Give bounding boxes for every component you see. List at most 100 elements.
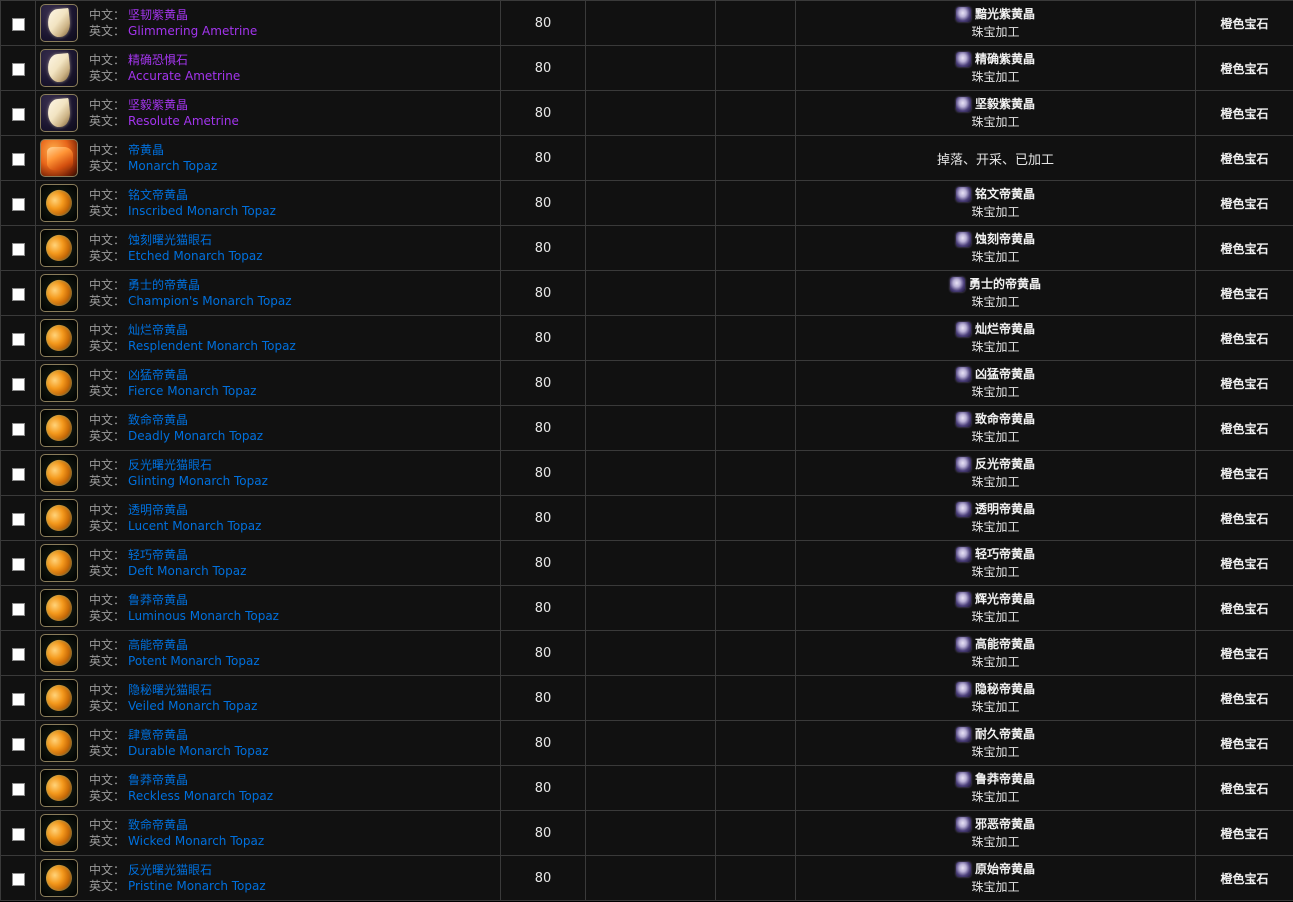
- gem-icon[interactable]: [40, 139, 78, 177]
- item-name-en[interactable]: Luminous Monarch Topaz: [128, 609, 279, 623]
- source-item-name[interactable]: 隐秘帝黄晶: [975, 680, 1035, 698]
- recipe-gem-icon[interactable]: [955, 51, 971, 67]
- item-name-en[interactable]: Champion's Monarch Topaz: [128, 294, 292, 308]
- row-checkbox[interactable]: [11, 17, 25, 31]
- recipe-gem-icon[interactable]: [955, 366, 971, 382]
- gem-icon[interactable]: [40, 499, 78, 537]
- source-item-name[interactable]: 蚀刻帝黄晶: [975, 230, 1035, 248]
- gem-icon[interactable]: [40, 769, 78, 807]
- item-name-zh[interactable]: 肆意帝黄晶: [128, 728, 188, 742]
- row-checkbox[interactable]: [11, 377, 25, 391]
- table-row[interactable]: 中文： 反光曙光猫眼石 英文： Pristine Monarch Topaz 80 原始帝…: [0, 855, 1293, 901]
- item-name-cell[interactable]: 中文： 隐秘曙光猫眼石 英文： Veiled Monarch Topaz: [35, 675, 501, 721]
- item-name-en[interactable]: Resolute Ametrine: [128, 114, 239, 128]
- gem-icon[interactable]: [40, 814, 78, 852]
- source-item-name[interactable]: 轻巧帝黄晶: [975, 545, 1035, 563]
- row-checkbox[interactable]: [11, 737, 25, 751]
- row-select-cell[interactable]: [0, 405, 36, 451]
- item-name-cell[interactable]: 中文： 坚韧紫黄晶 英文： Glimmering Ametrine: [35, 0, 501, 46]
- row-checkbox[interactable]: [11, 287, 25, 301]
- gem-icon[interactable]: [40, 454, 78, 492]
- table-row[interactable]: 中文： 灿烂帝黄晶 英文： Resplendent Monarch Topaz 80 灿烂…: [0, 315, 1293, 361]
- gem-icon[interactable]: [40, 724, 78, 762]
- table-row[interactable]: 中文： 勇士的帝黄晶 英文： Champion's Monarch Topaz 80 勇士…: [0, 270, 1293, 316]
- item-name-en[interactable]: Deadly Monarch Topaz: [128, 429, 263, 443]
- item-name-cell[interactable]: 中文： 凶猛帝黄晶 英文： Fierce Monarch Topaz: [35, 360, 501, 406]
- row-checkbox[interactable]: [11, 602, 25, 616]
- row-select-cell[interactable]: [0, 495, 36, 541]
- recipe-gem-icon[interactable]: [955, 321, 971, 337]
- gem-icon[interactable]: [40, 679, 78, 717]
- item-name-en[interactable]: Pristine Monarch Topaz: [128, 879, 266, 893]
- row-checkbox[interactable]: [11, 512, 25, 526]
- item-name-en[interactable]: Resplendent Monarch Topaz: [128, 339, 296, 353]
- recipe-gem-icon[interactable]: [955, 96, 971, 112]
- row-select-cell[interactable]: [0, 45, 36, 91]
- recipe-gem-icon[interactable]: [955, 726, 971, 742]
- row-checkbox[interactable]: [11, 242, 25, 256]
- item-name-cell[interactable]: 中文： 反光曙光猫眼石 英文： Glinting Monarch Topaz: [35, 450, 501, 496]
- source-item-name[interactable]: 黯光紫黄晶: [975, 5, 1035, 23]
- recipe-gem-icon[interactable]: [955, 546, 971, 562]
- item-name-en[interactable]: Wicked Monarch Topaz: [128, 834, 264, 848]
- item-name-zh[interactable]: 灿烂帝黄晶: [128, 323, 188, 337]
- source-item-name[interactable]: 致命帝黄晶: [975, 410, 1035, 428]
- row-select-cell[interactable]: [0, 855, 36, 901]
- table-row[interactable]: 中文： 反光曙光猫眼石 英文： Glinting Monarch Topaz 80 反光帝…: [0, 450, 1293, 496]
- item-name-cell[interactable]: 中文： 致命帝黄晶 英文： Wicked Monarch Topaz: [35, 810, 501, 856]
- table-row[interactable]: 中文： 高能帝黄晶 英文： Potent Monarch Topaz 80 高能帝黄晶 珠宝…: [0, 630, 1293, 676]
- item-name-zh[interactable]: 鲁莽帝黄晶: [128, 773, 188, 787]
- item-name-zh[interactable]: 坚毅紫黄晶: [128, 98, 188, 112]
- row-select-cell[interactable]: [0, 540, 36, 586]
- item-name-en[interactable]: Veiled Monarch Topaz: [128, 699, 257, 713]
- item-name-cell[interactable]: 中文： 反光曙光猫眼石 英文： Pristine Monarch Topaz: [35, 855, 501, 901]
- table-row[interactable]: 中文： 透明帝黄晶 英文： Lucent Monarch Topaz 80 透明帝黄晶 珠宝…: [0, 495, 1293, 541]
- item-name-cell[interactable]: 中文： 蚀刻曙光猫眼石 英文： Etched Monarch Topaz: [35, 225, 501, 271]
- row-checkbox[interactable]: [11, 692, 25, 706]
- item-name-zh[interactable]: 蚀刻曙光猫眼石: [128, 233, 212, 247]
- item-name-cell[interactable]: 中文： 灿烂帝黄晶 英文： Resplendent Monarch Topaz: [35, 315, 501, 361]
- item-name-zh[interactable]: 反光曙光猫眼石: [128, 458, 212, 472]
- gem-icon[interactable]: [40, 409, 78, 447]
- row-select-cell[interactable]: [0, 225, 36, 271]
- row-select-cell[interactable]: [0, 90, 36, 136]
- item-name-zh[interactable]: 致命帝黄晶: [128, 818, 188, 832]
- item-name-en[interactable]: Deft Monarch Topaz: [128, 564, 246, 578]
- row-checkbox[interactable]: [11, 422, 25, 436]
- recipe-gem-icon[interactable]: [955, 456, 971, 472]
- gem-icon[interactable]: [40, 274, 78, 312]
- item-name-zh[interactable]: 勇士的帝黄晶: [128, 278, 200, 292]
- item-name-cell[interactable]: 中文： 精确恐惧石 英文： Accurate Ametrine: [35, 45, 501, 91]
- row-checkbox[interactable]: [11, 107, 25, 121]
- source-item-name[interactable]: 勇士的帝黄晶: [969, 275, 1041, 293]
- source-item-name[interactable]: 鲁莽帝黄晶: [975, 770, 1035, 788]
- item-name-cell[interactable]: 中文： 致命帝黄晶 英文： Deadly Monarch Topaz: [35, 405, 501, 451]
- recipe-gem-icon[interactable]: [955, 771, 971, 787]
- row-checkbox[interactable]: [11, 647, 25, 661]
- source-item-name[interactable]: 坚毅紫黄晶: [975, 95, 1035, 113]
- table-row[interactable]: 中文： 鲁莽帝黄晶 英文： Luminous Monarch Topaz 80 辉光帝黄晶…: [0, 585, 1293, 631]
- row-checkbox[interactable]: [11, 332, 25, 346]
- item-name-cell[interactable]: 中文： 鲁莽帝黄晶 英文： Luminous Monarch Topaz: [35, 585, 501, 631]
- item-name-cell[interactable]: 中文： 坚毅紫黄晶 英文： Resolute Ametrine: [35, 90, 501, 136]
- gem-icon[interactable]: [40, 544, 78, 582]
- item-name-zh[interactable]: 帝黄晶: [128, 143, 164, 157]
- recipe-gem-icon[interactable]: [955, 186, 971, 202]
- source-item-name[interactable]: 原始帝黄晶: [975, 860, 1035, 878]
- source-item-name[interactable]: 反光帝黄晶: [975, 455, 1035, 473]
- row-select-cell[interactable]: [0, 360, 36, 406]
- table-row[interactable]: 中文： 轻巧帝黄晶 英文： Deft Monarch Topaz 80 轻巧帝黄晶 珠宝加工…: [0, 540, 1293, 586]
- source-item-name[interactable]: 凶猛帝黄晶: [975, 365, 1035, 383]
- item-name-zh[interactable]: 鲁莽帝黄晶: [128, 593, 188, 607]
- row-select-cell[interactable]: [0, 765, 36, 811]
- table-row[interactable]: 中文： 坚毅紫黄晶 英文： Resolute Ametrine 80 坚毅紫黄晶 珠宝加工橙…: [0, 90, 1293, 136]
- row-select-cell[interactable]: [0, 180, 36, 226]
- table-row[interactable]: 中文： 肆意帝黄晶 英文： Durable Monarch Topaz 80 耐久帝黄晶珠…: [0, 720, 1293, 766]
- row-select-cell[interactable]: [0, 720, 36, 766]
- recipe-gem-icon[interactable]: [955, 6, 971, 22]
- row-checkbox[interactable]: [11, 782, 25, 796]
- item-name-cell[interactable]: 中文： 鲁莽帝黄晶 英文： Reckless Monarch Topaz: [35, 765, 501, 811]
- recipe-gem-icon[interactable]: [955, 231, 971, 247]
- item-name-en[interactable]: Glinting Monarch Topaz: [128, 474, 268, 488]
- item-name-zh[interactable]: 铭文帝黄晶: [128, 188, 188, 202]
